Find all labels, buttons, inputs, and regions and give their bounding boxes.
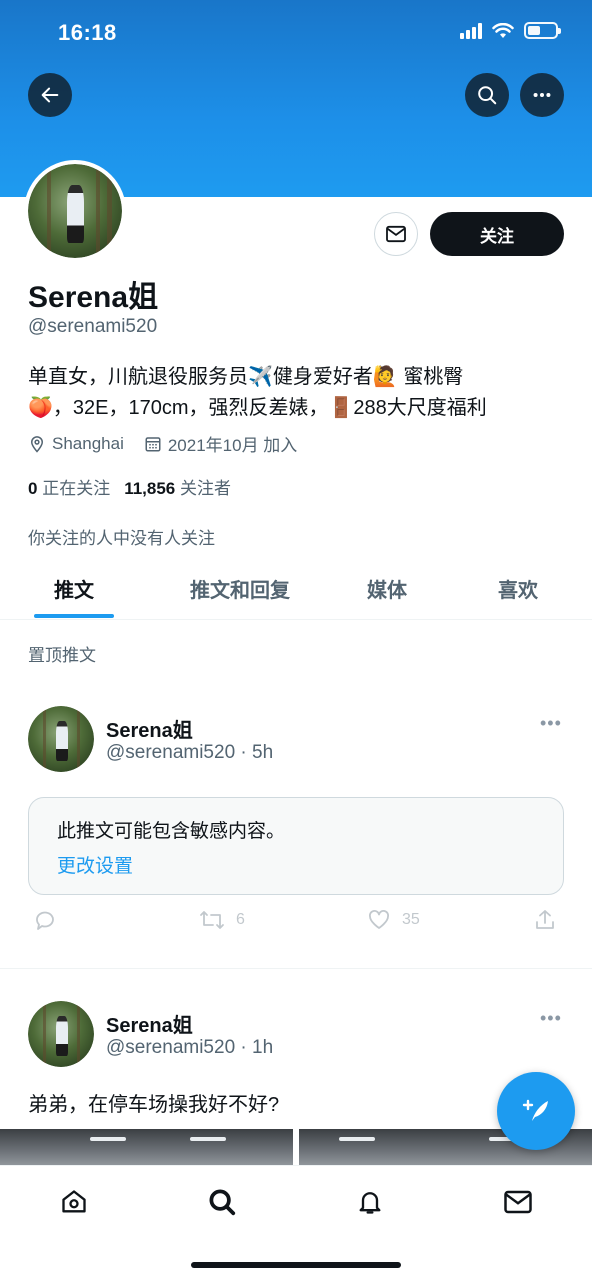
avatar-photo [28,164,122,258]
display-name: Serena姐 [28,281,159,314]
following-count: 0 [28,479,38,498]
battery-level [528,26,540,35]
search-button[interactable] [465,73,509,117]
tab-likes[interactable]: 喜欢 [476,558,560,619]
share-button[interactable] [532,908,558,932]
like-count: 35 [402,911,420,928]
retweet-icon [200,911,224,929]
messages-mail-icon [504,1190,532,1214]
nav-search[interactable] [202,1184,242,1220]
tweet-avatar[interactable] [28,1001,94,1067]
bio-line: 单直女，川航退役服务员✈️健身爱好者🙋 蜜桃臀 [28,366,464,388]
location-pin-icon [30,435,44,453]
profile-handle: @serenami520 [28,316,158,337]
followers-count: 11,856 [124,479,176,498]
cellular-signal-icon [460,22,482,39]
tweet-media[interactable] [0,1129,592,1169]
location: Shanghai [28,434,124,454]
avatar-photo [28,1001,94,1067]
profile-tabs: 推文 推文和回复 媒体 喜欢 [0,558,592,620]
sensitive-content-notice: 此推文可能包含敏感内容。 更改设置 [28,797,564,895]
search-icon [478,86,497,105]
join-date-text: 2021年10月 加入 [167,436,298,455]
tweet-more-button[interactable]: ••• [540,713,562,734]
avatar-photo [28,706,94,772]
more-options-button[interactable] [520,73,564,117]
location-text: Shanghai [52,433,124,453]
wifi-icon [492,22,514,38]
home-icon [62,1190,86,1213]
tweet-divider [0,968,592,969]
tweet-actions: 6 35 [32,908,562,938]
reply-button[interactable] [32,908,58,932]
status-icons [460,22,561,39]
share-icon [536,910,554,929]
sensitive-notice-text: 此推文可能包含敏感内容。 [57,821,286,842]
tweet-more-button[interactable]: ••• [540,1008,562,1029]
compose-feather-icon [522,1099,548,1121]
retweet-count: 6 [236,911,245,928]
status-bar: 16:18 [0,0,592,66]
followers-label: 关注者 [180,479,231,498]
tweet-photo[interactable] [0,1129,293,1169]
change-settings-link[interactable]: 更改设置 [57,851,535,878]
follow-button[interactable]: 关注 [430,212,564,256]
active-tab-indicator [34,614,114,618]
heart-icon [369,910,389,929]
following-link[interactable]: 0 正在关注 [28,474,110,499]
search-icon [209,1189,236,1216]
reply-icon [36,911,54,930]
following-label: 正在关注 [42,479,111,498]
profile-avatar[interactable] [24,160,126,262]
join-date: 2021年10月 加入 [144,431,297,456]
tweet-author-name[interactable]: Serena姐 [106,1009,193,1038]
tweet-author-name[interactable]: Serena姐 [106,714,193,743]
followed-by-note: 你关注的人中没有人关注 [28,529,215,548]
follow-counts: 0 正在关注 11,856 关注者 [28,474,231,499]
like-button[interactable]: 35 [366,908,420,932]
compose-tweet-button[interactable] [497,1072,575,1150]
nav-home[interactable] [54,1184,94,1220]
home-indicator [191,1262,401,1268]
more-horizontal-icon [533,92,551,98]
tab-tweets-and-replies[interactable]: 推文和回复 [170,558,310,619]
nav-messages[interactable] [498,1184,538,1220]
tweet-handle-time: @serenami520 · 1h [106,1037,274,1058]
tweet-avatar[interactable] [28,706,94,772]
arrow-left-icon [41,87,59,103]
status-time: 16:18 [58,20,117,45]
battery-icon [524,22,561,39]
pinned-tweet-label: 置顶推文 [28,646,96,665]
notifications-bell-icon [359,1192,381,1214]
tweet-handle-time: @serenami520 · 5h [106,742,274,763]
mail-icon [386,225,406,243]
retweet-button[interactable]: 6 [198,908,245,932]
message-button[interactable] [374,212,418,256]
calendar-icon [145,436,161,451]
tab-tweets[interactable]: 推文 [24,558,124,619]
tweet-text: 弟弟，在停车场操我好不好? [28,1094,280,1116]
tab-media[interactable]: 媒体 [345,558,429,619]
nav-notifications[interactable] [350,1184,390,1220]
bio-line: 🍑，32E，170cm，强烈反差婊，🚪288大尺度福利 [28,397,487,419]
back-button[interactable] [28,73,72,117]
profile-meta: Shanghai 2021年10月 加入 [28,431,317,456]
profile-bio: 单直女，川航退役服务员✈️健身爱好者🙋 蜜桃臀 🍑，32E，170cm，强烈反差… [28,362,568,424]
followers-link[interactable]: 11,856 关注者 [124,474,231,499]
